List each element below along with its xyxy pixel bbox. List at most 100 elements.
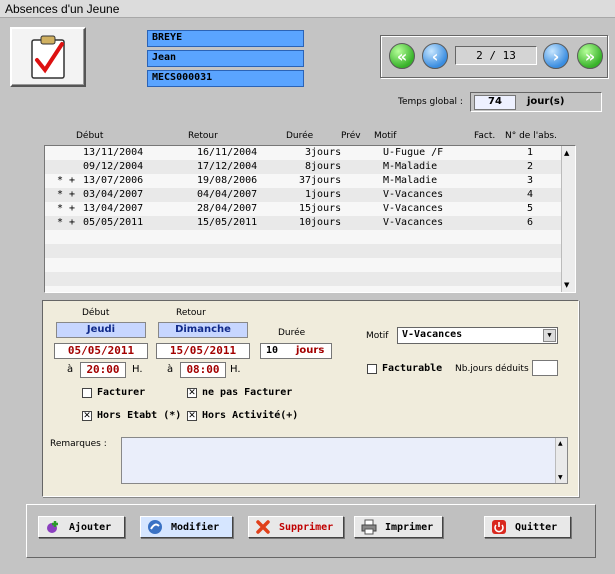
- retour-h-label: H.: [230, 364, 241, 375]
- edit-icon: [147, 519, 163, 535]
- col-header-motif[interactable]: Motif: [374, 131, 396, 141]
- debut-day: Jeudi: [56, 322, 146, 338]
- supprimer-button[interactable]: Supprimer: [248, 516, 344, 538]
- list-scrollbar[interactable]: ▲ ▼: [561, 146, 575, 292]
- remarques-textarea[interactable]: [121, 437, 568, 484]
- ne-pas-facturer-label: ne pas Facturer: [202, 387, 293, 398]
- motif-value: V-Vacances: [402, 329, 463, 340]
- nbjours-field[interactable]: [532, 360, 558, 376]
- col-header-prev[interactable]: Prév: [341, 131, 361, 141]
- duree-unit: jours: [296, 345, 325, 356]
- debut-time-field[interactable]: 20:00: [80, 362, 126, 378]
- hors-etabt-checkbox[interactable]: ✕: [82, 411, 92, 421]
- row-debut: 13/04/2007: [83, 203, 144, 214]
- imprimer-button[interactable]: Imprimer: [354, 516, 443, 538]
- imprimer-label: Imprimer: [385, 521, 434, 533]
- row-duree: 1jours: [305, 189, 342, 200]
- row-duree: 3jours: [305, 147, 342, 158]
- table-row[interactable]: * + 05/05/2011 15/05/2011 10jours V-Vaca…: [45, 216, 563, 230]
- table-row[interactable]: 09/12/2004 17/12/2004 8jours M-Maladie 2: [45, 160, 563, 174]
- retour-date-field[interactable]: 15/05/2011: [156, 343, 250, 359]
- row-motif: U-Fugue /F: [383, 147, 444, 158]
- table-row[interactable]: * + 03/04/2007 04/04/2007 1jours V-Vacan…: [45, 188, 563, 202]
- table-row[interactable]: * + 13/07/2006 19/08/2006 37jours M-Mala…: [45, 174, 563, 188]
- table-row[interactable]: * + 13/04/2007 28/04/2007 15jours V-Vaca…: [45, 202, 563, 216]
- last-record-icon[interactable]: »: [577, 43, 603, 69]
- quitter-button[interactable]: Quitter: [484, 516, 571, 538]
- row-motif: V-Vacances: [383, 189, 444, 200]
- retour-day: Dimanche: [158, 322, 248, 338]
- next-record-icon[interactable]: ›: [543, 43, 569, 69]
- power-icon: [491, 519, 507, 535]
- row-debut: 03/04/2007: [83, 189, 144, 200]
- row-retour: 16/11/2004: [197, 147, 258, 158]
- row-debut: 13/07/2006: [83, 175, 144, 186]
- remarques-scrollbar[interactable]: ▲ ▼: [555, 438, 567, 483]
- facturable-label: Facturable: [382, 363, 443, 374]
- motif-select[interactable]: V-Vacances ▼: [397, 327, 558, 344]
- firstname-field[interactable]: Jean: [147, 50, 304, 67]
- ajouter-button[interactable]: Ajouter: [38, 516, 125, 538]
- row-duree: 10jours: [299, 217, 342, 228]
- row-retour: 28/04/2007: [197, 203, 258, 214]
- row-motif: M-Maladie: [383, 161, 438, 172]
- quitter-label: Quitter: [515, 521, 558, 533]
- col-header-num[interactable]: N° de l'abs.: [505, 131, 557, 141]
- scroll-down-icon[interactable]: ▼: [558, 474, 563, 481]
- record-counter: 2 / 13: [455, 46, 537, 65]
- row-num: 1: [527, 147, 534, 158]
- remarques-label: Remarques :: [50, 439, 107, 449]
- window-title: Absences d'un Jeune: [0, 0, 615, 18]
- row-motif: V-Vacances: [383, 217, 444, 228]
- debut-label: Début: [82, 308, 110, 318]
- previous-record-icon[interactable]: ‹: [422, 43, 448, 69]
- table-row[interactable]: 13/11/2004 16/11/2004 3jours U-Fugue /F …: [45, 146, 563, 160]
- scroll-up-icon[interactable]: ▲: [564, 149, 569, 157]
- col-header-duree[interactable]: Durée: [286, 131, 313, 141]
- col-header-retour[interactable]: Retour: [188, 131, 218, 141]
- printer-icon: [361, 519, 377, 535]
- row-retour: 15/05/2011: [197, 217, 258, 228]
- row-num: 6: [527, 217, 534, 228]
- row-debut: 09/12/2004: [83, 161, 144, 172]
- hors-activite-checkbox[interactable]: ✕: [187, 411, 197, 421]
- row-marks: * +: [57, 217, 76, 228]
- facturer-checkbox[interactable]: [82, 388, 92, 398]
- hors-etabt-label: Hors Etabt (*): [97, 410, 182, 421]
- duree-label: Durée: [278, 328, 306, 338]
- first-record-icon[interactable]: «: [389, 43, 415, 69]
- motif-label: Motif: [366, 331, 389, 341]
- row-num: 4: [527, 189, 534, 200]
- clipboard-check-icon[interactable]: [10, 27, 86, 87]
- supprimer-label: Supprimer: [279, 521, 334, 533]
- col-header-fact[interactable]: Fact.: [474, 131, 495, 141]
- row-debut: 13/11/2004: [83, 147, 144, 158]
- facturable-checkbox[interactable]: [367, 364, 377, 374]
- row-marks: * +: [57, 203, 76, 214]
- ne-pas-facturer-checkbox[interactable]: ✕: [187, 388, 197, 398]
- facturer-label: Facturer: [97, 387, 146, 398]
- row-duree: 8jours: [305, 161, 342, 172]
- scroll-down-icon[interactable]: ▼: [564, 281, 569, 289]
- retour-time-field[interactable]: 08:00: [180, 362, 226, 378]
- debut-a-label: à: [67, 364, 74, 375]
- row-duree: 37jours: [299, 175, 342, 186]
- temps-global-unit: jour(s): [527, 96, 565, 107]
- row-marks: * +: [57, 175, 76, 186]
- col-header-debut[interactable]: Début: [76, 131, 103, 141]
- modifier-button[interactable]: Modifier: [140, 516, 233, 538]
- row-num: 5: [527, 203, 534, 214]
- temps-global-value: 74: [474, 95, 516, 110]
- debut-date-field[interactable]: 05/05/2011: [54, 343, 148, 359]
- delete-icon: [255, 519, 271, 535]
- duree-value: 10: [266, 345, 279, 356]
- row-retour: 04/04/2007: [197, 189, 258, 200]
- chevron-down-icon[interactable]: ▼: [543, 329, 556, 342]
- absence-list[interactable]: 13/11/2004 16/11/2004 3jours U-Fugue /F …: [44, 145, 576, 293]
- scroll-up-icon[interactable]: ▲: [558, 440, 563, 447]
- code-field[interactable]: MECS000031: [147, 70, 304, 87]
- duree-field[interactable]: 10 jours: [260, 343, 332, 359]
- retour-a-label: à: [167, 364, 174, 375]
- debut-h-label: H.: [132, 364, 143, 375]
- lastname-field[interactable]: BREYE: [147, 30, 304, 47]
